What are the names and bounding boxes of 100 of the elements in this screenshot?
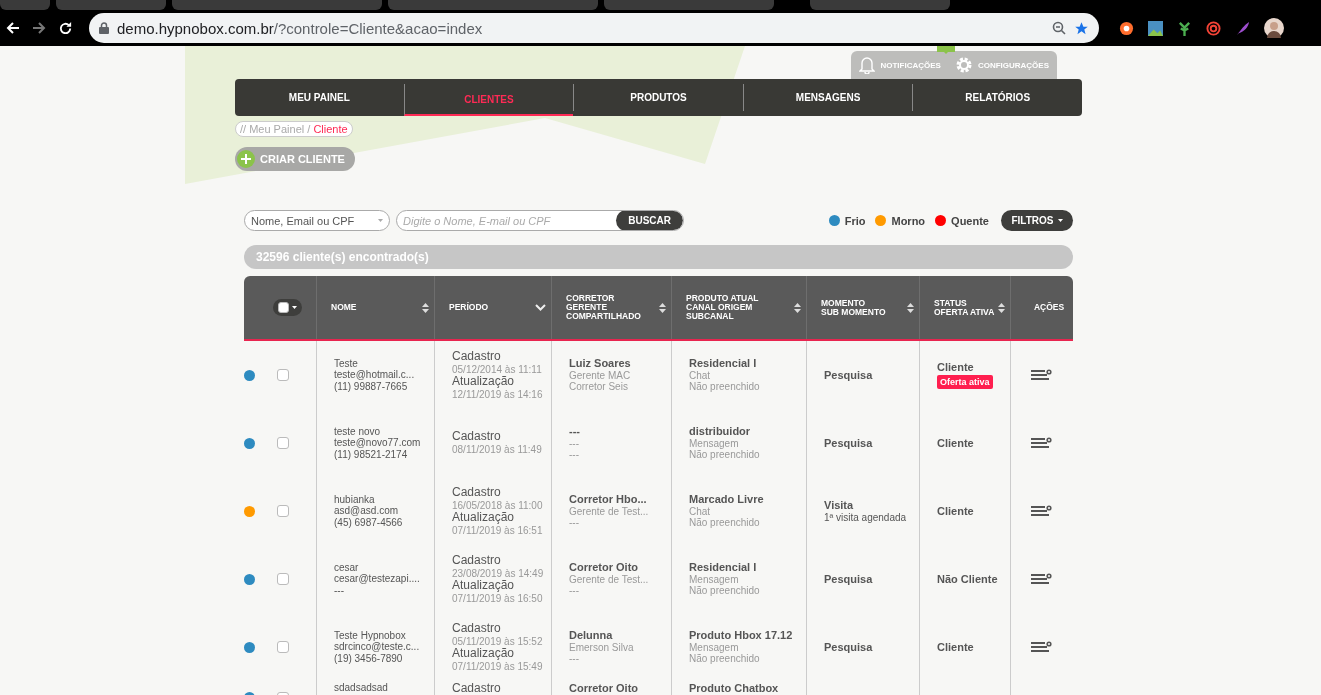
period-label: Atualização (452, 511, 516, 525)
table-cell-text: cesar (334, 561, 360, 574)
column-header: PERÍODO (449, 303, 490, 312)
search-type-select[interactable]: Nome, Email ou CPF (244, 210, 390, 231)
period-date: 05/11/2019 às 15:52 (452, 635, 544, 647)
table-cell-text: Não preenchido (689, 585, 761, 597)
period-date: 07/11/2019 às 16:50 (452, 592, 544, 605)
period-date: 08/11/2019 às 11:49 (452, 444, 543, 456)
table-cell-text: Mensagem (689, 437, 740, 450)
table-cell-text: 1ª visita agendada (824, 511, 908, 524)
table-cell-text: Residencial I (689, 561, 758, 574)
table-cell-text: teste novo (334, 425, 382, 438)
table-cell-text: Cliente (937, 436, 975, 450)
table-cell-text: Produto Chatbox (689, 682, 780, 695)
table-cell-text: teste@novo77.com (334, 437, 422, 449)
table-cell-text: Não preenchido (689, 653, 761, 665)
table-cell-text: (45) 6987-4566 (334, 516, 404, 529)
table-cell-text: --- (569, 585, 580, 597)
period-date: 05/12/2014 às 11:11 (452, 363, 543, 375)
table-cell-text: (11) 98521-2174 (334, 448, 409, 461)
offer-tag: Oferta ativa (937, 375, 993, 390)
period-label: Atualização (452, 375, 516, 389)
table-cell-text: teste@hotmail.c... (334, 369, 416, 381)
column-header: AÇÕES (1033, 303, 1065, 312)
table-cell-text: Corretor Oito (569, 682, 640, 695)
table-cell-text: Residencial I (689, 357, 758, 370)
table-cell-text: Teste (334, 357, 359, 370)
period-label: Cadastro (452, 485, 502, 500)
search-field[interactable]: Digite o Nome, E-mail ou CPF BUSCAR (396, 210, 684, 231)
column-header: STATUS OFERTA ATIVA (934, 298, 995, 317)
table-cell-text: --- (569, 517, 580, 529)
nav-tab[interactable]: MENSAGENS (742, 84, 913, 111)
table-cell-text: --- (569, 437, 580, 450)
table-cell-text: Pesquisa (824, 436, 874, 450)
period-label: Cadastro (452, 621, 502, 636)
table-cell-text: Produto Hbox 17.12 (689, 629, 794, 642)
period-date: 07/11/2019 às 15:49 (452, 660, 544, 673)
period-label: Cadastro (452, 349, 502, 364)
table-cell-text: Não preenchido (689, 517, 761, 529)
column-header: NOME (331, 303, 358, 312)
table-cell-text: Teste Hypnobox (334, 629, 407, 642)
table-cell-text: distribuidor (689, 425, 752, 438)
legend-label: Frio (844, 214, 866, 227)
table-cell-text: Gerente de Test... (569, 573, 650, 586)
table-cell-text: Corretor Seis (569, 381, 629, 393)
table-cell-text: Cliente (937, 504, 975, 518)
search-button[interactable]: BUSCAR (616, 211, 683, 230)
table-cell-text: (11) 99887-7665 (334, 380, 409, 393)
address-bar[interactable]: demo.hypnobox.com.br/?controle=Cliente&acao=index (89, 13, 1099, 43)
legend-label: Quente (951, 214, 989, 227)
period-date: 12/11/2019 às 14:16 (452, 388, 544, 401)
period-label: Cadastro (452, 430, 502, 445)
table-cell-text: Visita (824, 498, 855, 512)
table-cell-text: Luiz Soares (569, 357, 632, 370)
table-cell-text: Corretor Hbo... (569, 493, 648, 506)
table-cell-text: Gerente de Test... (569, 505, 650, 518)
period-date: 23/08/2019 às 14:49 (452, 567, 545, 579)
table-cell-text: --- (569, 653, 580, 665)
table-cell-text: sdrcinco@teste.c... (334, 641, 421, 653)
table-cell-text: Não Cliente (937, 572, 999, 586)
table-cell-text: (19) 3456-7890 (334, 652, 404, 665)
legend-label: Morno (891, 214, 926, 227)
table-cell-text: asd@asd.com (334, 505, 400, 517)
period-label: Atualização (452, 579, 516, 593)
period-date: 07/11/2019 às 16:51 (452, 524, 544, 537)
table-cell-text: cesar@testezapi.... (334, 573, 421, 585)
table-cell-text: Cliente (937, 640, 975, 654)
table-cell-text: Delunna (569, 629, 614, 642)
table-cell-text: Emerson Silva (569, 641, 635, 654)
nav-tab[interactable]: PRODUTOS (573, 84, 743, 111)
table-cell-text: Chat (689, 505, 712, 518)
table-cell-text: Pesquisa (824, 640, 874, 654)
column-header: PRODUTO ATUAL CANAL ORIGEM SUBCANAL (686, 294, 760, 321)
table-cell-text: Chat (689, 369, 712, 382)
nav-tab[interactable]: RELATÓRIOS (912, 84, 1082, 111)
nav-tab[interactable]: MEU PAINEL (235, 84, 404, 111)
table-cell-text: Mensagem (689, 641, 740, 654)
filters-button[interactable]: FILTROS (1001, 210, 1073, 231)
table-cell-text: --- (334, 584, 345, 597)
table-cell-text: Não preenchido (689, 449, 761, 461)
breadcrumb: // Meu Painel / Cliente (235, 121, 353, 137)
table-cell-text: Cliente (937, 360, 975, 374)
table-cell-text: Mensagem (689, 573, 740, 586)
period-label: Cadastro (452, 553, 502, 568)
table-cell-text: Pesquisa (824, 572, 874, 586)
table-cell-text: Corretor Oito (569, 561, 640, 574)
table-cell-text: Marcado Livre (689, 493, 765, 506)
column-header: MOMENTO SUB MOMENTO (821, 298, 887, 317)
table-cell-text: Não preenchido (689, 381, 761, 393)
table-cell-text: --- (569, 449, 580, 461)
table-cell-text: hubianka (334, 493, 376, 506)
period-label: Atualização (452, 647, 516, 661)
table-cell-text: sdadsadsad (334, 682, 389, 694)
period-label: Cadastro (452, 682, 502, 695)
result-count-bar: 32596 cliente(s) encontrado(s) (244, 245, 1073, 269)
column-header: CORRETOR GERENTE COMPARTILHADO (566, 294, 642, 321)
period-date: 16/05/2018 às 11:00 (452, 499, 544, 511)
table-cell-text: Pesquisa (824, 368, 874, 382)
table-cell-text: --- (569, 425, 581, 438)
table-cell-text: Gerente MAC (569, 369, 632, 382)
